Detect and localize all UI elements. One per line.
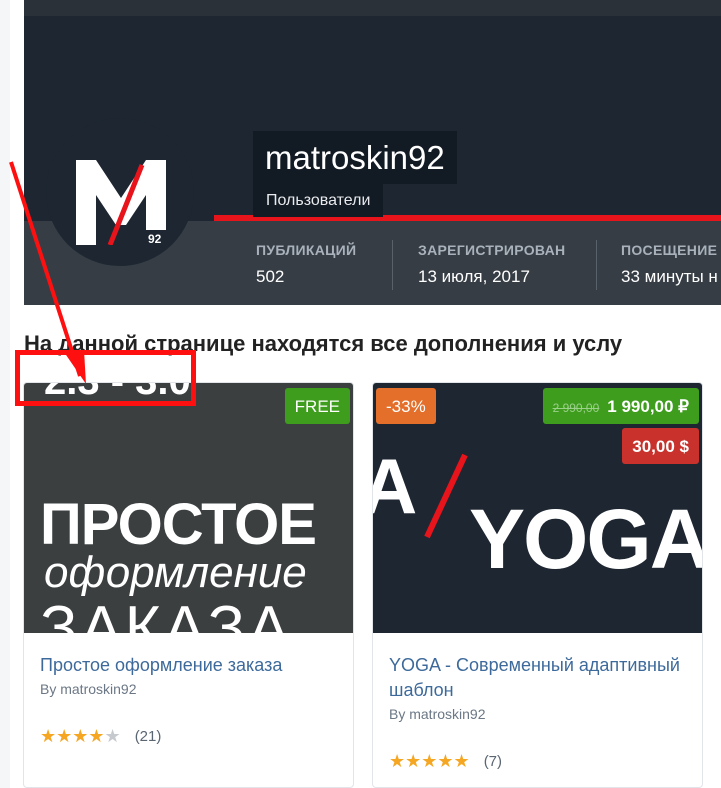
stat-value: 33 минуты н [621, 267, 718, 286]
stat-label: ЗАРЕГИСТРИРОВАН [418, 242, 566, 258]
stat-label: ПОСЕЩЕНИЕ [621, 242, 718, 258]
stat-value: 502 [256, 267, 285, 286]
stat-publications: ПУБЛИКАЦИЙ 502 [256, 242, 356, 287]
stat-last-visit: ПОСЕЩЕНИЕ 33 минуты н [621, 242, 718, 287]
usd-price-badge: 30,00 $ [622, 428, 699, 464]
free-badge: FREE [284, 388, 350, 424]
thumb-subheading: оформление [44, 548, 307, 597]
thumb-heading-2: ЗАКАЗА [40, 594, 293, 633]
product-title-link[interactable]: YOGA - Современный адаптивный шаблон [389, 653, 689, 703]
thumb-heading: YOGA [469, 492, 702, 586]
product-author[interactable]: By matroskin92 [40, 681, 136, 697]
price-badge: 2 990,00 1 990,00 ₽ [542, 388, 699, 424]
slash-decoration [424, 453, 468, 539]
discount-badge: -33% [376, 388, 436, 424]
stat-divider [596, 240, 597, 290]
logo-m-icon: 92 [76, 160, 166, 245]
star-rating-icon: ★★★★★ [389, 751, 470, 771]
star-rating-icon: ★★★★★ [40, 726, 121, 746]
svg-text:92: 92 [148, 232, 162, 245]
cover-top-bar [24, 0, 721, 16]
profile-username: matroskin92 [253, 131, 457, 184]
old-price: 2 990,00 [552, 401, 600, 415]
stat-label: ПУБЛИКАЦИЙ [256, 242, 357, 258]
product-card-yoga[interactable]: A YOGA -33% 2 990,00 1 990,00 ₽ 30,00 $ Y… [372, 382, 703, 788]
annotation-highlight-box [15, 350, 196, 406]
product-author[interactable]: By matroskin92 [389, 706, 485, 722]
product-rating: ★★★★★ (7) [389, 751, 502, 772]
new-price: 1 990,00 ₽ [607, 397, 689, 416]
profile-group: Пользователи [253, 184, 384, 217]
stat-value: 13 июля, 2017 [418, 267, 530, 286]
product-title-link[interactable]: Простое оформление заказа [40, 653, 340, 678]
avatar[interactable]: 92 [46, 118, 194, 266]
product-card-simple-checkout[interactable]: 2.3 - 3.0 ПРОСТОЕ оформление ЗАКАЗА FREE… [23, 382, 354, 788]
review-count: (7) [483, 753, 503, 770]
product-thumbnail[interactable]: 2.3 - 3.0 ПРОСТОЕ оформление ЗАКАЗА FREE [24, 383, 353, 633]
stat-divider [392, 240, 393, 290]
thumb-letter-a: A [373, 441, 417, 532]
profile-cover: 92 matroskin92 Пользователи ПУБЛИКАЦИЙ 5… [24, 16, 721, 305]
stat-registered: ЗАРЕГИСТРИРОВАН 13 июля, 2017 [418, 242, 565, 287]
product-thumbnail[interactable]: A YOGA -33% 2 990,00 1 990,00 ₽ 30,00 $ [373, 383, 702, 633]
left-gutter [0, 0, 10, 788]
product-rating: ★★★★★ (21) [40, 726, 161, 747]
review-count: (21) [134, 728, 162, 745]
